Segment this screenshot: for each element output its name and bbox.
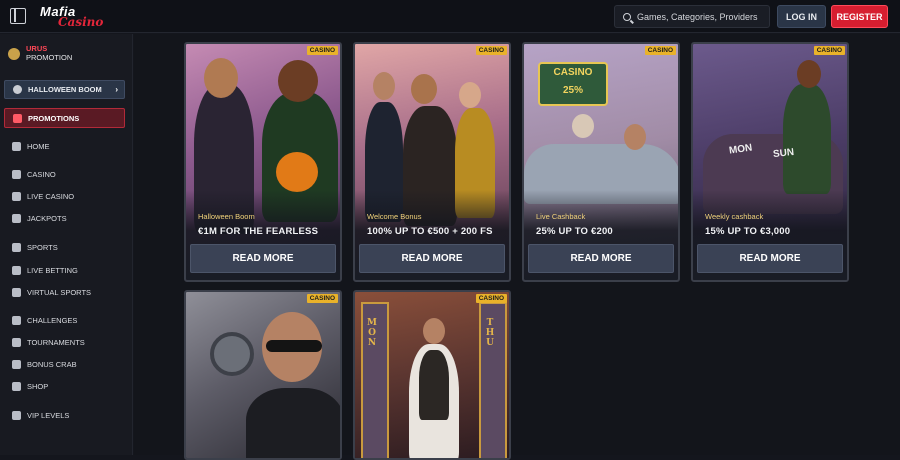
sidebar-item-label: VIRTUAL SPORTS [27,287,92,297]
sidebar-item-label: CASINO [27,169,56,179]
sidebar-item-label: HOME [27,141,50,151]
sidebar-item-casino[interactable]: CASINO [12,168,56,180]
card-subtitle: Welcome Bonus [367,212,422,221]
art-text-sun: SUN [772,146,795,161]
sidebar-item-challenges[interactable]: CHALLENGES [12,314,77,326]
read-more-button[interactable]: READ MORE [359,244,505,273]
card-headline: 100% UP TO €500 + 200 FS [367,226,493,237]
art-text-percent: 25% [562,85,583,96]
chevron-right-icon: › [115,85,118,94]
card-subtitle: Live Cashback [536,212,586,221]
sidebar-item-label: TOURNAMENTS [27,337,85,347]
art-text-casino: CASINO [553,67,593,78]
sidebar-promotions[interactable]: PROMOTIONS [4,108,125,128]
search-icon [623,12,631,21]
card-headline: 25% UP TO €200 [536,226,613,237]
sidebar-item-shop[interactable]: SHOP [12,380,48,392]
casino-icon [12,169,21,179]
read-more-button[interactable]: READ MORE [528,244,674,273]
casino-badge: CASINO [813,46,845,55]
shop-icon [12,381,21,391]
sidebar-item-label: LIVE CASINO [27,191,75,201]
virtual-sports-icon [12,287,21,297]
sidebar-item-live-casino[interactable]: LIVE CASINO [12,190,74,202]
bonus-crab-icon [12,359,21,369]
promo-card-6[interactable]: MON THU CASINO [353,290,511,460]
user-promo[interactable]: URUS PROMOTION [8,44,72,63]
user-sub: PROMOTION [26,53,73,62]
promo-card-halloween[interactable]: CASINO Halloween Boom €1M FOR THE FEARLE… [184,42,342,282]
sidebar-item-label: SPORTS [27,242,58,252]
sidebar-item-home[interactable]: HOME [12,140,50,152]
live-casino-icon [12,191,21,201]
sidebar-item-vip-levels[interactable]: VIP LEVELS [12,409,69,421]
user-avatar-icon [8,48,20,60]
card-subtitle: Weekly cashback [705,212,764,221]
live-betting-icon [12,265,21,275]
user-name: URUS [26,44,48,53]
promo-card-welcome[interactable]: CASINO Welcome Bonus 100% UP TO €500 + 2… [353,42,511,282]
promo-card-5[interactable]: CASINO [184,290,342,460]
sidebar-item-label: JACKPOTS [27,213,67,223]
sidebar-toggle-icon[interactable] [10,8,26,24]
sidebar-item-virtual-sports[interactable]: VIRTUAL SPORTS [12,286,91,298]
promo-card-live-cashback[interactable]: CASINO 25% CASINO Live Cashback 25% UP T… [522,42,680,282]
logo[interactable]: Mafia Casino [40,4,103,30]
jackpots-icon [12,213,21,223]
sidebar-halloween-label: HALLOWEEN BOOM [28,85,102,94]
sidebar-item-label: LIVE BETTING [27,265,78,275]
sidebar-item-tournaments[interactable]: TOURNAMENTS [12,336,85,348]
casino-badge: CASINO [475,294,507,303]
search-input[interactable] [637,11,767,22]
pumpkin-icon [13,85,22,94]
challenges-icon [12,315,21,325]
home-icon [12,141,21,151]
top-bar: Mafia Casino LOG IN REGISTER [0,0,900,33]
casino-badge: CASINO [475,46,507,55]
gift-icon [13,113,22,123]
sidebar-item-label: SHOP [27,381,49,391]
promotions-grid: CASINO Halloween Boom €1M FOR THE FEARLE… [134,34,900,460]
art-text-mon: MON [367,318,377,348]
sports-icon [12,242,21,252]
vip-levels-icon [12,410,21,420]
sidebar-item-label: CHALLENGES [27,315,78,325]
card-headline: 15% UP TO €3,000 [705,226,791,237]
sidebar-item-jackpots[interactable]: JACKPOTS [12,212,67,224]
card-subtitle: Halloween Boom [198,212,255,221]
casino-badge: CASINO [306,46,338,55]
sidebar-item-bonus-crab[interactable]: BONUS CRAB [12,358,77,370]
sidebar-item-live-betting[interactable]: LIVE BETTING [12,264,78,276]
sidebar-halloween-boom[interactable]: HALLOWEEN BOOM › [4,80,125,99]
casino-badge: CASINO [644,46,676,55]
sidebar-promotions-label: PROMOTIONS [28,113,80,123]
sidebar-item-sports[interactable]: SPORTS [12,241,58,253]
casino-badge: CASINO [306,294,338,303]
tournaments-icon [12,337,21,347]
read-more-button[interactable]: READ MORE [190,244,336,273]
card-headline: €1M FOR THE FEARLESS [198,226,319,237]
sidebar: URUS PROMOTION HALLOWEEN BOOM › PROMOTIO… [0,34,133,455]
search-box[interactable] [614,5,770,28]
promo-image: MON THU [355,292,509,458]
logo-bottom-text: Casino [58,15,104,29]
art-text-thu: THU [485,318,495,348]
register-button[interactable]: REGISTER [831,5,888,28]
login-button[interactable]: LOG IN [777,5,826,28]
promo-image [186,292,340,458]
sidebar-item-label: BONUS CRAB [27,359,77,369]
promo-card-weekly-cashback[interactable]: MON SUN CASINO Weekly cashback 15% UP TO… [691,42,849,282]
read-more-button[interactable]: READ MORE [697,244,843,273]
sidebar-item-label: VIP LEVELS [27,410,70,420]
